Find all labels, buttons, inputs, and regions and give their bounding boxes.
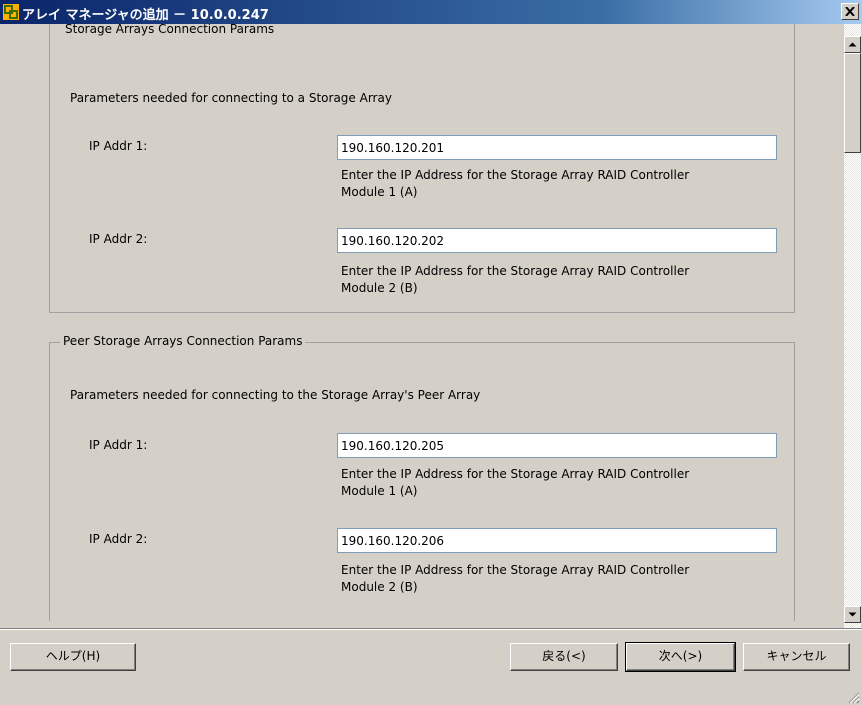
- storage-ip2-label: IP Addr 2:: [89, 232, 148, 246]
- storage-ip1-help-line2: Module 1 (A): [341, 185, 418, 199]
- close-button[interactable]: [841, 3, 859, 20]
- cancel-button[interactable]: キャンセル: [743, 643, 850, 671]
- arrow-up-icon: [848, 42, 857, 47]
- scroll-up-button[interactable]: [844, 36, 861, 53]
- peer-ip1-help-line2: Module 1 (A): [341, 484, 418, 498]
- peer-ip2-help-line2: Module 2 (B): [341, 580, 418, 594]
- storage-ip1-input[interactable]: [337, 135, 777, 160]
- storage-ip2-input[interactable]: [337, 228, 777, 253]
- next-button[interactable]: 次へ(>): [625, 642, 736, 672]
- vertical-scrollbar[interactable]: [844, 24, 861, 628]
- scroll-down-button[interactable]: [844, 606, 861, 623]
- vsphere-app-icon: [3, 4, 19, 20]
- resize-grip-icon[interactable]: [846, 690, 860, 704]
- window-title: アレイ マネージャの追加 － 10.0.0.247: [22, 8, 269, 23]
- peer-ip1-help-line1: Enter the IP Address for the Storage Arr…: [341, 467, 690, 481]
- storage-array-description: Parameters needed for connecting to a St…: [70, 91, 392, 105]
- storage-ip1-help: Enter the IP Address for the Storage Arr…: [341, 167, 771, 201]
- title-bar[interactable]: アレイ マネージャの追加 － 10.0.0.247: [0, 0, 862, 24]
- peer-ip2-help-line1: Enter the IP Address for the Storage Arr…: [341, 563, 690, 577]
- content-area: Storage Arrays Connection Params Paramet…: [0, 24, 844, 621]
- peer-storage-array-group-legend: Peer Storage Arrays Connection Params: [60, 334, 306, 348]
- storage-ip1-label: IP Addr 1:: [89, 139, 148, 153]
- storage-ip2-help-line1: Enter the IP Address for the Storage Arr…: [341, 264, 690, 278]
- storage-ip1-help-line1: Enter the IP Address for the Storage Arr…: [341, 168, 690, 182]
- peer-ip2-input[interactable]: [337, 528, 777, 553]
- storage-array-group-legend: Storage Arrays Connection Params: [62, 24, 278, 36]
- peer-ip1-help: Enter the IP Address for the Storage Arr…: [341, 466, 771, 500]
- arrow-down-icon: [848, 612, 857, 617]
- peer-ip1-label: IP Addr 1:: [89, 438, 148, 452]
- close-icon: [845, 7, 855, 16]
- storage-ip2-help-line2: Module 2 (B): [341, 281, 418, 295]
- help-button[interactable]: ヘルプ(H): [10, 643, 136, 671]
- scroll-thumb[interactable]: [844, 53, 861, 153]
- storage-ip2-help: Enter the IP Address for the Storage Arr…: [341, 263, 771, 297]
- peer-ip2-label: IP Addr 2:: [89, 532, 148, 546]
- peer-ip2-help: Enter the IP Address for the Storage Arr…: [341, 562, 771, 596]
- peer-ip1-input[interactable]: [337, 433, 777, 458]
- peer-storage-array-description: Parameters needed for connecting to the …: [70, 388, 481, 402]
- footer-separator: [0, 628, 862, 630]
- back-button[interactable]: 戻る(<): [510, 643, 618, 671]
